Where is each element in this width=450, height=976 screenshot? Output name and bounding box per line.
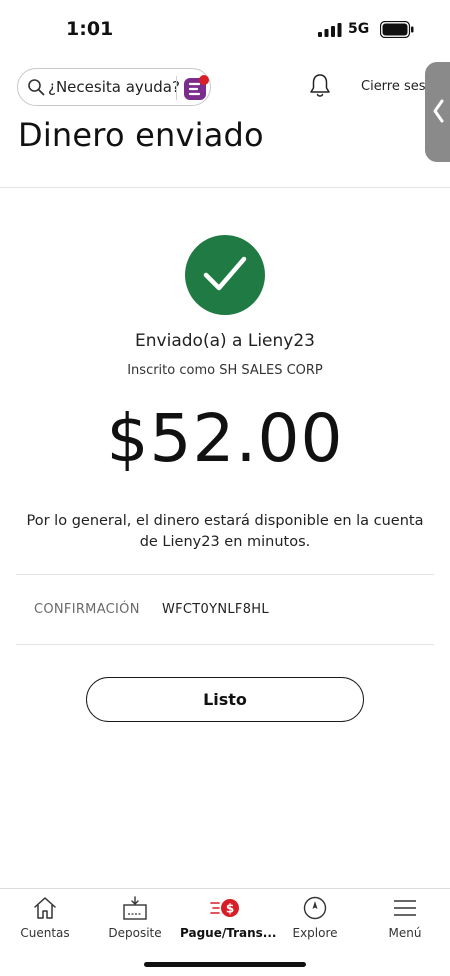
search-icon xyxy=(28,79,45,96)
divider xyxy=(16,644,434,645)
availability-note: Por lo general, el dinero estará disponi… xyxy=(26,513,424,550)
status-bar: 1:01 5G xyxy=(0,0,450,58)
confirmation-number: WFCT0YNLF8HL xyxy=(162,602,269,617)
tab-explore[interactable]: Explore xyxy=(270,889,360,949)
pay-transfer-icon: $ xyxy=(210,899,239,917)
tab-menu[interactable]: Menú xyxy=(360,889,450,949)
success-checkmark xyxy=(185,235,265,315)
help-search-field[interactable]: ¿Necesita ayuda? xyxy=(17,68,211,106)
chevron-left-icon xyxy=(433,99,444,123)
side-drawer-handle[interactable] xyxy=(425,62,450,162)
signal-bars-icon xyxy=(318,23,342,37)
confirmation-label: CONFIRMACIÓN xyxy=(34,602,140,617)
help-search-placeholder: ¿Necesita ayuda? xyxy=(48,78,180,96)
tab-label: Deposite xyxy=(108,926,162,940)
pill-divider xyxy=(176,76,177,100)
home-icon xyxy=(34,897,56,919)
hamburger-menu-icon xyxy=(394,900,416,916)
svg-text:$: $ xyxy=(226,902,234,916)
enrolled-line: Inscrito como SH SALES CORP xyxy=(127,363,323,378)
tab-deposite[interactable]: Deposite xyxy=(90,889,180,949)
tab-cuentas[interactable]: Cuentas xyxy=(0,889,90,949)
tab-label: Cuentas xyxy=(20,926,70,940)
bell-icon[interactable] xyxy=(309,73,331,99)
network-type: 5G xyxy=(348,21,370,37)
sent-amount: $52.00 xyxy=(106,400,344,477)
compass-icon xyxy=(303,896,327,920)
tab-label: Pague/Trans... xyxy=(180,926,277,940)
home-indicator xyxy=(144,962,306,967)
header: ¿Necesita ayuda? Cierre sesió Dinero env… xyxy=(0,58,450,188)
tab-pague-transfiera[interactable]: $ Pague/Trans... xyxy=(180,889,277,949)
done-button[interactable]: Listo xyxy=(86,677,364,722)
divider xyxy=(16,574,434,575)
tab-label: Explore xyxy=(292,926,338,940)
assistant-icon[interactable] xyxy=(182,74,210,102)
tab-label: Menú xyxy=(388,926,422,940)
status-time: 1:01 xyxy=(66,18,114,40)
recipient-line: Enviado(a) a Lieny23 xyxy=(135,331,315,351)
check-deposit-icon xyxy=(123,896,147,920)
checkmark-icon xyxy=(203,256,247,291)
battery-icon xyxy=(380,21,414,38)
page-title: Dinero enviado xyxy=(18,116,264,154)
